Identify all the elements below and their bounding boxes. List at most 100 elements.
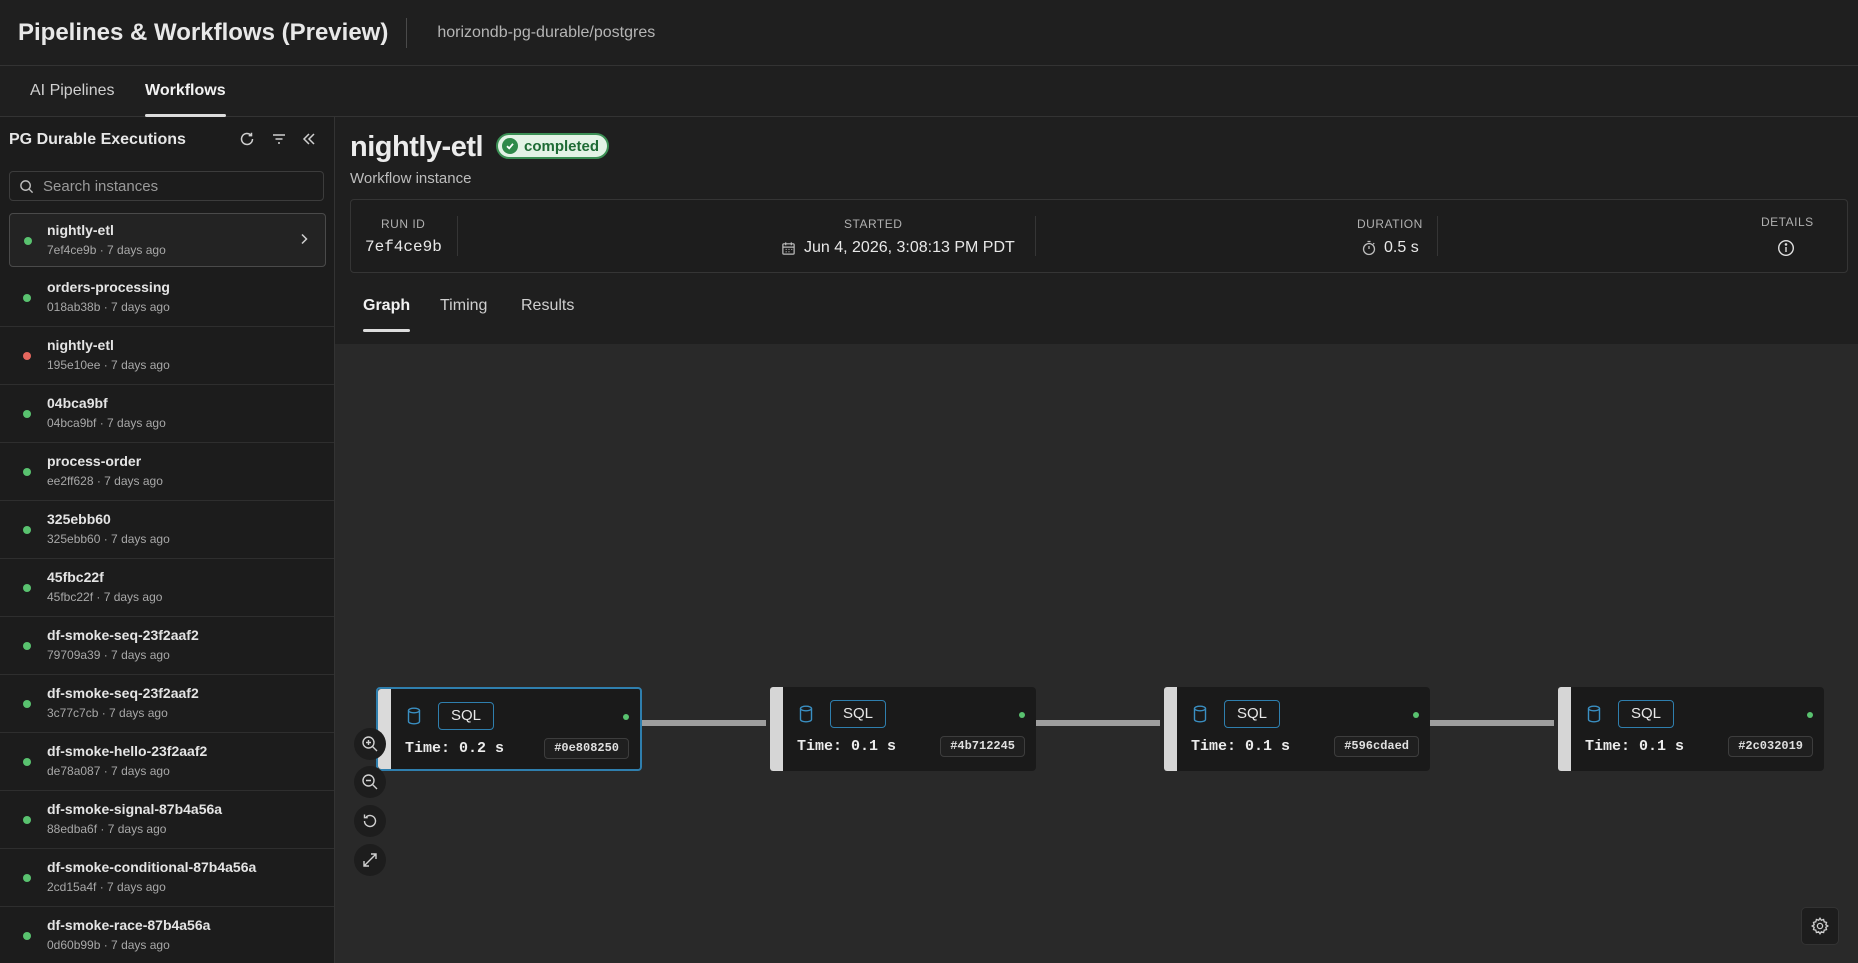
graph-node-sql[interactable]: SQL Time: 0.1 s #4b712245: [770, 687, 1036, 771]
run-summary-card: RUN ID 7ef4ce9b STARTED Jun 4, 2026, 3:0…: [350, 199, 1848, 273]
node-status-dot: [1413, 712, 1419, 718]
instance-name: 04bca9bf: [47, 395, 108, 411]
details-label: DETAILS: [1761, 215, 1814, 229]
instance-list-item[interactable]: nightly-etl 195e10ee · 7 days ago: [0, 327, 334, 385]
filter-icon[interactable]: [269, 129, 289, 149]
tab-results[interactable]: Results: [521, 297, 574, 333]
node-id-badge: #4b712245: [940, 736, 1025, 757]
status-dot: [23, 700, 31, 708]
duration-value: 0.5 s: [1361, 239, 1419, 257]
workflow-title: nightly-etl: [350, 131, 484, 163]
status-dot: [23, 584, 31, 592]
instance-name: df-smoke-seq-23f2aaf2: [47, 627, 199, 643]
zoom-out-icon[interactable]: [354, 766, 386, 798]
node-handle[interactable]: [378, 689, 391, 769]
instance-meta: 2cd15a4f · 7 days ago: [47, 880, 166, 894]
refresh-icon[interactable]: [237, 129, 257, 149]
tab-workflows[interactable]: Workflows: [145, 66, 226, 117]
card-divider: [457, 216, 458, 256]
check-icon: [502, 138, 518, 154]
instance-list-item[interactable]: orders-processing 018ab38b · 7 days ago: [0, 269, 334, 327]
instance-list-item[interactable]: 325ebb60 325ebb60 · 7 days ago: [0, 501, 334, 559]
instance-list-item[interactable]: 45fbc22f 45fbc22f · 7 days ago: [0, 559, 334, 617]
status-dot: [23, 526, 31, 534]
instance-list-item[interactable]: df-smoke-seq-23f2aaf2 3c77c7cb · 7 days a…: [0, 675, 334, 733]
search-input[interactable]: [43, 172, 313, 200]
graph-edge: [1430, 720, 1554, 726]
graph-node-sql[interactable]: SQL Time: 0.1 s #2c032019: [1558, 687, 1824, 771]
top-tab-bar: AI Pipelines Workflows: [0, 66, 1858, 117]
node-handle[interactable]: [1164, 687, 1177, 771]
instance-name: 45fbc22f: [47, 569, 104, 585]
instance-meta: 7ef4ce9b · 7 days ago: [47, 243, 166, 257]
duration-label: DURATION: [1357, 217, 1423, 231]
app-window: Pipelines & Workflows (Preview) horizond…: [0, 0, 1858, 963]
status-dot: [23, 410, 31, 418]
node-type-label: SQL: [438, 702, 495, 730]
status-badge-label: completed: [524, 137, 600, 155]
node-id-badge: #596cdaed: [1334, 736, 1419, 757]
search-icon: [20, 180, 34, 194]
instance-meta: 79709a39 · 7 days ago: [47, 648, 170, 662]
info-icon[interactable]: [1777, 239, 1795, 257]
graph-canvas[interactable]: SQL Time: 0.2 s #0e808250 SQL Time: 0.1 …: [335, 344, 1858, 963]
instance-list-item[interactable]: df-smoke-conditional-87b4a56a 2cd15a4f · …: [0, 849, 334, 907]
status-dot: [23, 352, 31, 360]
instance-list-item[interactable]: df-smoke-hello-23f2aaf2 de78a087 · 7 days…: [0, 733, 334, 791]
instance-list-item[interactable]: df-smoke-race-87b4a56a 0d60b99b · 7 days …: [0, 907, 334, 963]
instance-name: nightly-etl: [47, 222, 114, 238]
node-type-label: SQL: [1618, 700, 1675, 728]
zoom-in-icon[interactable]: [354, 728, 386, 760]
instance-meta: 04bca9bf · 7 days ago: [47, 416, 166, 430]
gear-icon[interactable]: [1801, 907, 1839, 945]
instance-name: df-smoke-race-87b4a56a: [47, 917, 211, 933]
tab-timing[interactable]: Timing: [440, 297, 487, 333]
breadcrumb[interactable]: horizondb-pg-durable/postgres: [437, 24, 655, 42]
status-badge: completed: [496, 133, 610, 159]
node-time: Time: 0.1 s: [1585, 738, 1685, 755]
instance-meta: 195e10ee · 7 days ago: [47, 358, 170, 372]
instance-list-item[interactable]: process-order ee2ff628 · 7 days ago: [0, 443, 334, 501]
card-divider: [1437, 216, 1438, 256]
node-id-badge: #0e808250: [544, 738, 629, 759]
tab-ai-pipelines[interactable]: AI Pipelines: [30, 66, 115, 117]
instance-meta: de78a087 · 7 days ago: [47, 764, 170, 778]
database-icon: [407, 707, 421, 725]
instance-list-item[interactable]: df-smoke-signal-87b4a56a 88edba6f · 7 day…: [0, 791, 334, 849]
fit-view-icon[interactable]: [354, 844, 386, 876]
status-dot: [23, 874, 31, 882]
run-id-value[interactable]: 7ef4ce9b: [365, 238, 442, 256]
node-handle[interactable]: [1558, 687, 1571, 771]
instance-name: nightly-etl: [47, 337, 114, 353]
node-handle[interactable]: [770, 687, 783, 771]
graph-edge: [1036, 720, 1160, 726]
node-time: Time: 0.2 s: [405, 740, 505, 757]
card-divider: [1035, 216, 1036, 256]
instance-list: nightly-etl 7ef4ce9b · 7 days ago orders-p…: [0, 213, 334, 963]
instance-name: df-smoke-conditional-87b4a56a: [47, 859, 257, 875]
reset-icon[interactable]: [354, 805, 386, 837]
collapse-left-icon[interactable]: [299, 129, 319, 149]
graph-node-sql[interactable]: SQL Time: 0.2 s #0e808250: [376, 687, 642, 771]
node-status-dot: [623, 714, 629, 720]
tab-graph[interactable]: Graph: [363, 297, 411, 333]
instance-list-item[interactable]: df-smoke-seq-23f2aaf2 79709a39 · 7 days a…: [0, 617, 334, 675]
node-status-dot: [1019, 712, 1025, 718]
node-type-label: SQL: [1224, 700, 1281, 728]
graph-node-sql[interactable]: SQL Time: 0.1 s #596cdaed: [1164, 687, 1430, 771]
instance-meta: 325ebb60 · 7 days ago: [47, 532, 170, 546]
top-header: Pipelines & Workflows (Preview) horizond…: [0, 0, 1858, 66]
node-time: Time: 0.1 s: [1191, 738, 1291, 755]
started-label: STARTED: [844, 217, 903, 231]
instance-meta: 0d60b99b · 7 days ago: [47, 938, 170, 952]
calendar-icon: [782, 241, 795, 255]
graph-edge: [642, 720, 766, 726]
duration-text: 0.5 s: [1384, 239, 1419, 256]
status-dot: [23, 468, 31, 476]
instance-list-item[interactable]: nightly-etl 7ef4ce9b · 7 days ago: [9, 213, 326, 267]
instance-meta: 3c77c7cb · 7 days ago: [47, 706, 168, 720]
instance-name: orders-processing: [47, 279, 170, 295]
instance-list-item[interactable]: 04bca9bf 04bca9bf · 7 days ago: [0, 385, 334, 443]
started-text: Jun 4, 2026, 3:08:13 PM PDT: [804, 239, 1015, 256]
instance-name: df-smoke-hello-23f2aaf2: [47, 743, 208, 759]
